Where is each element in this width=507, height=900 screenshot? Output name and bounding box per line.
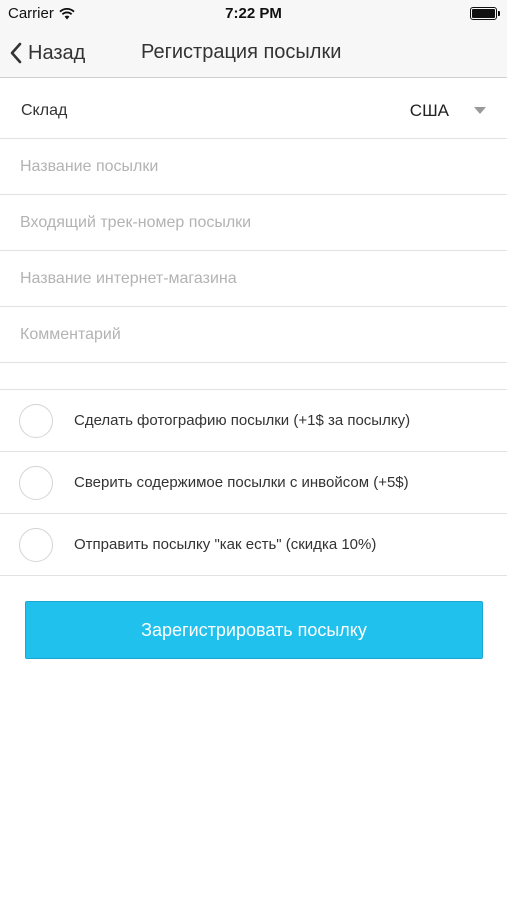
parcel-name-row: [0, 139, 507, 195]
option-photo[interactable]: Сделать фотографию посылки (+1$ за посыл…: [0, 390, 507, 452]
warehouse-value: США: [409, 101, 449, 120]
radio-circle[interactable]: [19, 528, 53, 562]
warehouse-selector[interactable]: Склад США: [0, 83, 507, 139]
chevron-left-icon: [10, 42, 22, 64]
tracking-number-input[interactable]: [20, 195, 490, 251]
caret-down-icon: [474, 107, 486, 114]
battery-icon: [470, 7, 500, 20]
comment-row: [0, 307, 507, 363]
store-name-input[interactable]: [20, 251, 490, 307]
radio-circle[interactable]: [19, 466, 53, 500]
navigation-bar: Назад Регистрация посылки: [0, 28, 507, 78]
option-label: Сделать фотографию посылки (+1$ за посыл…: [74, 412, 411, 429]
store-name-row: [0, 251, 507, 307]
comment-input[interactable]: [20, 307, 490, 363]
parcel-name-input[interactable]: [20, 139, 490, 195]
clock: 7:22 PM: [225, 5, 282, 22]
option-label: Сверить содержимое посылки с инвойсом (+…: [74, 474, 409, 491]
status-bar: Carrier 7:22 PM: [0, 0, 507, 28]
back-label: Назад: [28, 41, 86, 64]
page-title: Регистрация посылки: [141, 41, 342, 63]
battery-level: [472, 9, 495, 18]
option-invoice-check[interactable]: Сверить содержимое посылки с инвойсом (+…: [0, 452, 507, 514]
warehouse-label: Склад: [21, 102, 68, 119]
tracking-number-row: [0, 195, 507, 251]
register-parcel-button[interactable]: Зарегистрировать посылку: [25, 601, 483, 659]
option-label: Отправить посылку "как есть" (скидка 10%…: [74, 536, 377, 553]
option-as-is[interactable]: Отправить посылку "как есть" (скидка 10%…: [0, 514, 507, 576]
radio-circle[interactable]: [19, 404, 53, 438]
back-button[interactable]: Назад: [8, 38, 85, 68]
